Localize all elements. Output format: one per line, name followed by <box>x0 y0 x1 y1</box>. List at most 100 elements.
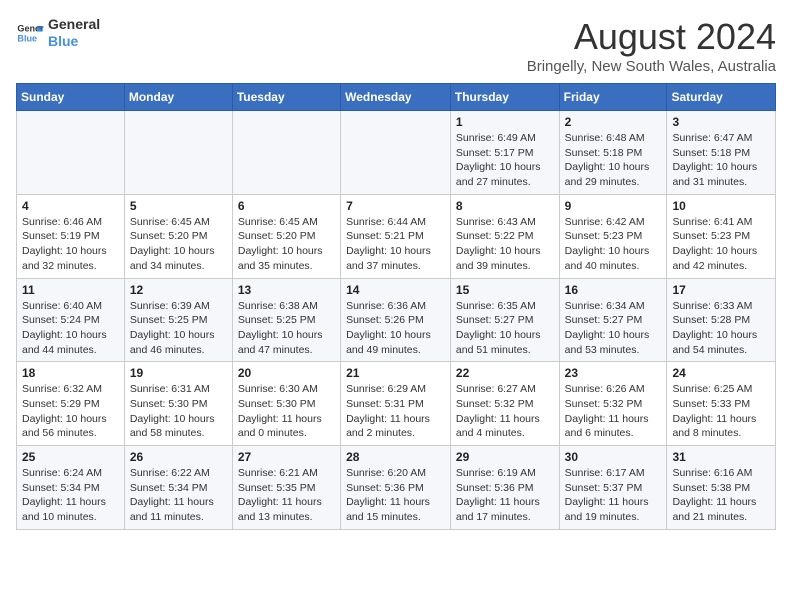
day-number: 27 <box>238 450 335 464</box>
day-info: Sunrise: 6:35 AM Sunset: 5:27 PM Dayligh… <box>456 299 554 358</box>
calendar-cell: 13 Sunrise: 6:38 AM Sunset: 5:25 PM Dayli… <box>232 278 340 362</box>
day-number: 26 <box>130 450 227 464</box>
calendar-cell: 22Sunrise: 6:27 AM Sunset: 5:32 PM Dayli… <box>450 362 559 446</box>
calendar-cell: 20Sunrise: 6:30 AM Sunset: 5:30 PM Dayli… <box>232 362 340 446</box>
day-number: 21 <box>346 366 445 380</box>
header: General Blue General Blue August 2024 Br… <box>16 16 776 75</box>
day-number: 17 <box>672 283 770 297</box>
day-info: Sunrise: 6:34 AM Sunset: 5:27 PM Dayligh… <box>565 299 662 358</box>
day-info: Sunrise: 6:19 AM Sunset: 5:36 PM Dayligh… <box>456 466 554 525</box>
calendar-week-row: 11Sunrise: 6:40 AM Sunset: 5:24 PM Dayli… <box>17 278 776 362</box>
calendar-cell: 5Sunrise: 6:45 AM Sunset: 5:20 PM Daylig… <box>124 194 232 278</box>
calendar-cell: 16 Sunrise: 6:34 AM Sunset: 5:27 PM Dayli… <box>559 278 667 362</box>
day-number: 16 <box>565 283 662 297</box>
calendar-week-row: 1 Sunrise: 6:49 AM Sunset: 5:17 PM Daylig… <box>17 111 776 195</box>
day-number: 14 <box>346 283 445 297</box>
logo-blue: Blue <box>48 33 100 50</box>
calendar-cell: 24 Sunrise: 6:25 AM Sunset: 5:33 PM Dayli… <box>667 362 776 446</box>
day-info: Sunrise: 6:26 AM Sunset: 5:32 PM Dayligh… <box>565 382 662 441</box>
calendar-cell: 8 Sunrise: 6:43 AM Sunset: 5:22 PM Daylig… <box>450 194 559 278</box>
calendar-cell: 11Sunrise: 6:40 AM Sunset: 5:24 PM Dayli… <box>17 278 125 362</box>
day-number: 2 <box>565 115 662 129</box>
weekday-header: Saturday <box>667 84 776 111</box>
day-number: 11 <box>22 283 119 297</box>
calendar-week-row: 25Sunrise: 6:24 AM Sunset: 5:34 PM Dayli… <box>17 446 776 530</box>
calendar-cell <box>232 111 340 195</box>
weekday-header: Thursday <box>450 84 559 111</box>
day-info: Sunrise: 6:46 AM Sunset: 5:19 PM Dayligh… <box>22 215 119 274</box>
day-number: 28 <box>346 450 445 464</box>
calendar-title: August 2024 <box>527 16 776 58</box>
calendar-cell: 19Sunrise: 6:31 AM Sunset: 5:30 PM Dayli… <box>124 362 232 446</box>
weekday-header: Sunday <box>17 84 125 111</box>
day-number: 10 <box>672 199 770 213</box>
day-info: Sunrise: 6:45 AM Sunset: 5:20 PM Dayligh… <box>130 215 227 274</box>
day-info: Sunrise: 6:33 AM Sunset: 5:28 PM Dayligh… <box>672 299 770 358</box>
day-info: Sunrise: 6:36 AM Sunset: 5:26 PM Dayligh… <box>346 299 445 358</box>
day-info: Sunrise: 6:30 AM Sunset: 5:30 PM Dayligh… <box>238 382 335 441</box>
day-number: 29 <box>456 450 554 464</box>
day-number: 13 <box>238 283 335 297</box>
day-info: Sunrise: 6:32 AM Sunset: 5:29 PM Dayligh… <box>22 382 119 441</box>
calendar-cell: 7 Sunrise: 6:44 AM Sunset: 5:21 PM Daylig… <box>341 194 451 278</box>
calendar-cell: 2 Sunrise: 6:48 AM Sunset: 5:18 PM Daylig… <box>559 111 667 195</box>
calendar-cell: 1 Sunrise: 6:49 AM Sunset: 5:17 PM Daylig… <box>450 111 559 195</box>
calendar-cell: 30 Sunrise: 6:17 AM Sunset: 5:37 PM Dayli… <box>559 446 667 530</box>
calendar-cell: 29 Sunrise: 6:19 AM Sunset: 5:36 PM Dayli… <box>450 446 559 530</box>
logo: General Blue General Blue <box>16 16 100 50</box>
day-number: 15 <box>456 283 554 297</box>
calendar-week-row: 18Sunrise: 6:32 AM Sunset: 5:29 PM Dayli… <box>17 362 776 446</box>
calendar-week-row: 4 Sunrise: 6:46 AM Sunset: 5:19 PM Daylig… <box>17 194 776 278</box>
logo-icon: General Blue <box>16 19 44 47</box>
day-info: Sunrise: 6:41 AM Sunset: 5:23 PM Dayligh… <box>672 215 770 274</box>
calendar-cell: 12 Sunrise: 6:39 AM Sunset: 5:25 PM Dayli… <box>124 278 232 362</box>
day-info: Sunrise: 6:38 AM Sunset: 5:25 PM Dayligh… <box>238 299 335 358</box>
day-info: Sunrise: 6:21 AM Sunset: 5:35 PM Dayligh… <box>238 466 335 525</box>
day-info: Sunrise: 6:17 AM Sunset: 5:37 PM Dayligh… <box>565 466 662 525</box>
day-info: Sunrise: 6:49 AM Sunset: 5:17 PM Dayligh… <box>456 131 554 190</box>
day-info: Sunrise: 6:31 AM Sunset: 5:30 PM Dayligh… <box>130 382 227 441</box>
day-info: Sunrise: 6:39 AM Sunset: 5:25 PM Dayligh… <box>130 299 227 358</box>
calendar-cell: 15 Sunrise: 6:35 AM Sunset: 5:27 PM Dayli… <box>450 278 559 362</box>
day-info: Sunrise: 6:47 AM Sunset: 5:18 PM Dayligh… <box>672 131 770 190</box>
calendar-table: SundayMondayTuesdayWednesdayThursdayFrid… <box>16 83 776 530</box>
day-number: 6 <box>238 199 335 213</box>
day-info: Sunrise: 6:45 AM Sunset: 5:20 PM Dayligh… <box>238 215 335 274</box>
calendar-subtitle: Bringelly, New South Wales, Australia <box>527 58 776 75</box>
calendar-cell: 31Sunrise: 6:16 AM Sunset: 5:38 PM Dayli… <box>667 446 776 530</box>
day-number: 1 <box>456 115 554 129</box>
calendar-cell: 21Sunrise: 6:29 AM Sunset: 5:31 PM Dayli… <box>341 362 451 446</box>
day-info: Sunrise: 6:43 AM Sunset: 5:22 PM Dayligh… <box>456 215 554 274</box>
calendar-cell: 25Sunrise: 6:24 AM Sunset: 5:34 PM Dayli… <box>17 446 125 530</box>
day-info: Sunrise: 6:48 AM Sunset: 5:18 PM Dayligh… <box>565 131 662 190</box>
day-info: Sunrise: 6:20 AM Sunset: 5:36 PM Dayligh… <box>346 466 445 525</box>
calendar-cell: 27 Sunrise: 6:21 AM Sunset: 5:35 PM Dayli… <box>232 446 340 530</box>
day-info: Sunrise: 6:44 AM Sunset: 5:21 PM Dayligh… <box>346 215 445 274</box>
calendar-cell <box>17 111 125 195</box>
day-number: 31 <box>672 450 770 464</box>
calendar-cell: 26Sunrise: 6:22 AM Sunset: 5:34 PM Dayli… <box>124 446 232 530</box>
weekday-header: Tuesday <box>232 84 340 111</box>
title-area: August 2024 Bringelly, New South Wales, … <box>527 16 776 75</box>
day-info: Sunrise: 6:42 AM Sunset: 5:23 PM Dayligh… <box>565 215 662 274</box>
calendar-cell: 9Sunrise: 6:42 AM Sunset: 5:23 PM Daylig… <box>559 194 667 278</box>
day-number: 8 <box>456 199 554 213</box>
logo-general: General <box>48 16 100 33</box>
weekday-header-row: SundayMondayTuesdayWednesdayThursdayFrid… <box>17 84 776 111</box>
calendar-cell <box>341 111 451 195</box>
day-number: 24 <box>672 366 770 380</box>
day-number: 25 <box>22 450 119 464</box>
day-number: 30 <box>565 450 662 464</box>
weekday-header: Friday <box>559 84 667 111</box>
calendar-cell: 28 Sunrise: 6:20 AM Sunset: 5:36 PM Dayli… <box>341 446 451 530</box>
weekday-header: Monday <box>124 84 232 111</box>
day-number: 22 <box>456 366 554 380</box>
day-number: 7 <box>346 199 445 213</box>
day-number: 12 <box>130 283 227 297</box>
day-number: 3 <box>672 115 770 129</box>
day-number: 4 <box>22 199 119 213</box>
calendar-cell: 14 Sunrise: 6:36 AM Sunset: 5:26 PM Dayli… <box>341 278 451 362</box>
calendar-cell: 6 Sunrise: 6:45 AM Sunset: 5:20 PM Daylig… <box>232 194 340 278</box>
calendar-cell: 23Sunrise: 6:26 AM Sunset: 5:32 PM Dayli… <box>559 362 667 446</box>
day-info: Sunrise: 6:25 AM Sunset: 5:33 PM Dayligh… <box>672 382 770 441</box>
